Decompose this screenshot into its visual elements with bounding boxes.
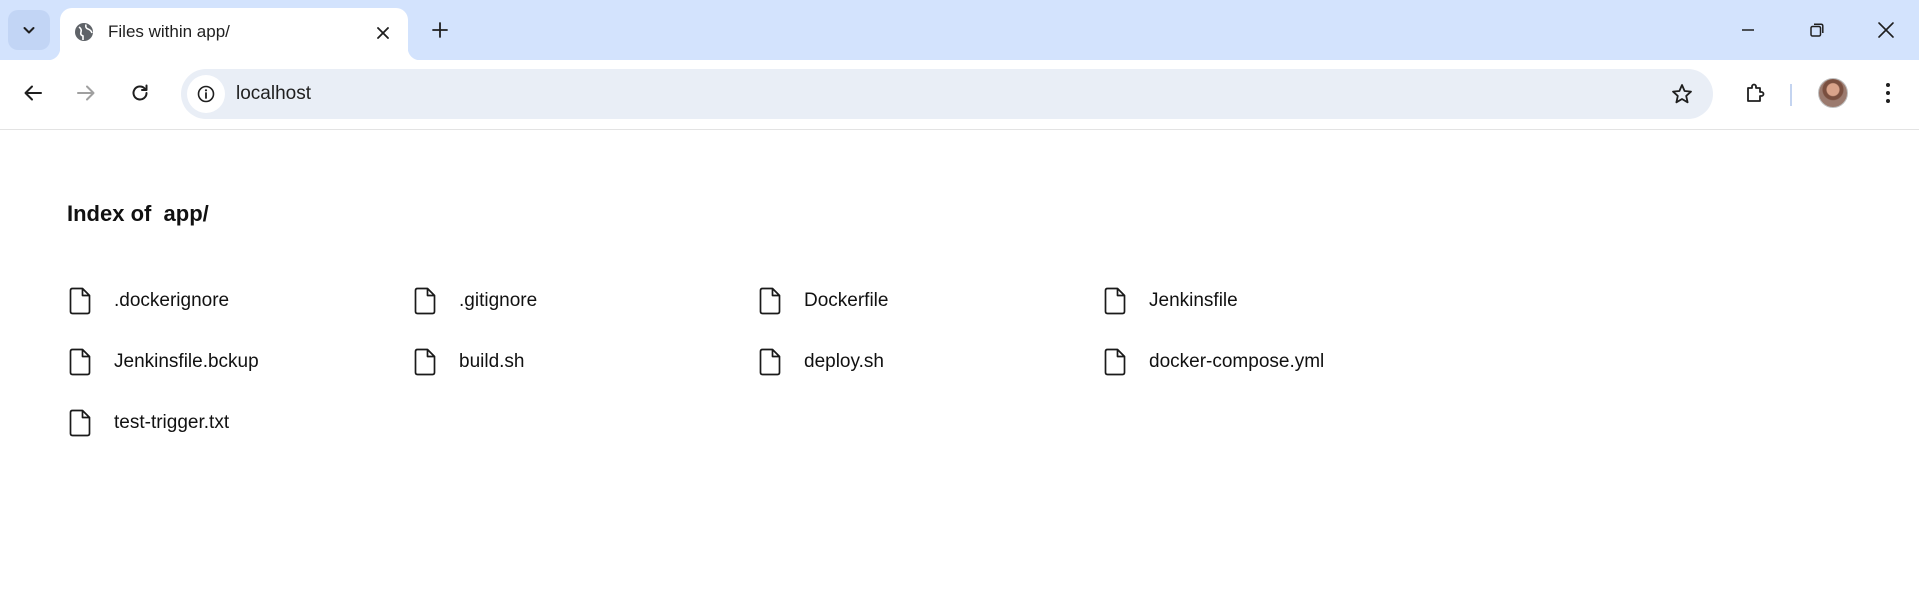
close-window-button[interactable]	[1858, 6, 1914, 54]
file-name: test-trigger.txt	[114, 412, 230, 433]
globe-icon	[72, 20, 96, 44]
file-item[interactable]: Jenkinsfile	[1102, 286, 1447, 316]
file-item[interactable]: .gitignore	[412, 286, 757, 316]
site-info-button[interactable]	[187, 75, 225, 113]
restore-icon	[1810, 23, 1824, 37]
star-icon	[1672, 84, 1692, 104]
file-list: .dockerignore .gitignore Dockerfile Jenk…	[67, 286, 1447, 469]
new-tab-button[interactable]	[422, 12, 458, 48]
arrow-right-icon	[77, 85, 95, 101]
file-name: Dockerfile	[804, 290, 889, 311]
file-name: .dockerignore	[114, 290, 230, 311]
file-icon	[1102, 286, 1128, 316]
reload-icon	[132, 84, 148, 101]
address-bar[interactable]: localhost	[181, 69, 1713, 119]
kebab-menu-icon	[1886, 83, 1890, 103]
minimize-icon	[1742, 29, 1754, 31]
reload-button[interactable]	[120, 73, 160, 113]
file-icon	[67, 408, 93, 438]
page-content: Index of app/ .dockerignore .gitignore D…	[0, 131, 1919, 605]
active-tab[interactable]: Files within app/	[48, 8, 420, 60]
forward-button[interactable]	[66, 73, 106, 113]
file-item[interactable]: Dockerfile	[757, 286, 1102, 316]
back-button[interactable]	[13, 73, 53, 113]
file-name: Jenkinsfile	[1149, 290, 1238, 311]
file-name: .gitignore	[459, 290, 538, 311]
file-name: Jenkinsfile.bckup	[114, 351, 259, 372]
url-text[interactable]: localhost	[236, 83, 311, 105]
file-item[interactable]: Jenkinsfile.bckup	[67, 347, 412, 377]
tab-strip: Files within app/	[0, 0, 1919, 60]
page-title: Index of app/	[67, 201, 209, 226]
extensions-button[interactable]	[1735, 73, 1775, 113]
file-name: build.sh	[459, 351, 525, 372]
file-item[interactable]: deploy.sh	[757, 347, 1102, 377]
file-icon	[757, 347, 783, 377]
file-item[interactable]: test-trigger.txt	[67, 408, 412, 438]
file-icon	[757, 286, 783, 316]
file-item[interactable]: docker-compose.yml	[1102, 347, 1447, 377]
browser-menu-button[interactable]	[1868, 73, 1908, 113]
chevron-down-icon	[23, 27, 35, 34]
bookmark-button[interactable]	[1667, 79, 1697, 109]
info-icon	[197, 85, 215, 103]
puzzle-icon	[1747, 83, 1765, 102]
restore-button[interactable]	[1789, 6, 1845, 54]
tab-close-button[interactable]	[370, 20, 396, 46]
file-icon	[1102, 347, 1128, 377]
toolbar-divider	[1790, 84, 1792, 106]
file-icon	[67, 347, 93, 377]
file-icon	[412, 347, 438, 377]
file-icon	[67, 286, 93, 316]
close-icon	[377, 27, 389, 39]
tab-search-button[interactable]	[8, 10, 50, 50]
close-icon	[1878, 22, 1894, 38]
minimize-button[interactable]	[1720, 6, 1776, 54]
file-item[interactable]: build.sh	[412, 347, 757, 377]
file-icon	[412, 286, 438, 316]
file-name: deploy.sh	[804, 351, 884, 372]
plus-icon	[432, 22, 448, 38]
browser-toolbar: localhost	[0, 60, 1919, 130]
avatar[interactable]	[1818, 78, 1848, 108]
arrow-left-icon	[24, 85, 42, 101]
tab-title: Files within app/	[108, 22, 230, 41]
file-name: docker-compose.yml	[1149, 351, 1325, 372]
file-item[interactable]: .dockerignore	[67, 286, 412, 316]
